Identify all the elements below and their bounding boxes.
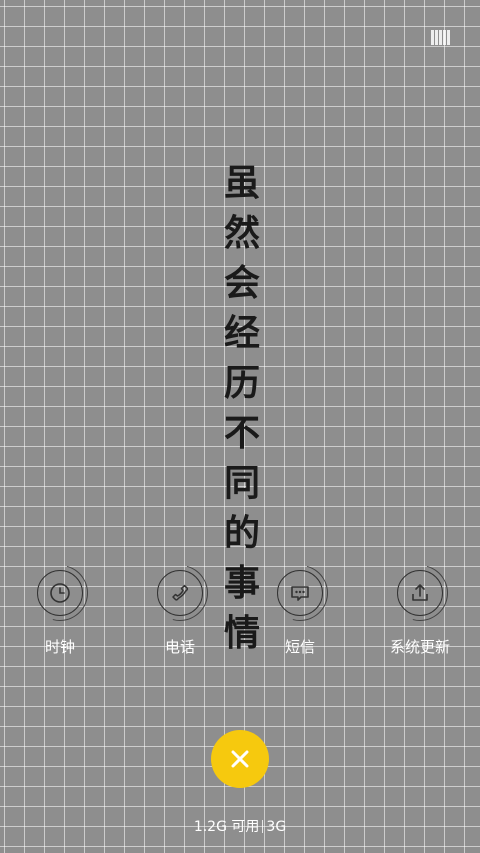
barcode-icon <box>431 30 450 45</box>
wallpaper-char: 同 <box>223 462 260 504</box>
memory-status: 1.2G 可用 3G <box>0 816 480 836</box>
wallpaper-char: 情 <box>223 612 260 654</box>
memory-available: 1.2G 可用 <box>193 819 260 835</box>
wallpaper-char: 然 <box>223 212 260 254</box>
close-icon <box>231 750 249 768</box>
phone-icon <box>157 570 203 616</box>
recent-app-phone[interactable]: 电话 <box>140 570 220 657</box>
wallpaper-char: 经 <box>223 312 260 354</box>
recent-app-clock[interactable]: 时钟 <box>20 570 100 657</box>
wallpaper-char: 事 <box>223 562 260 604</box>
app-label-clock: 时钟 <box>44 638 75 656</box>
clear-all-button[interactable] <box>211 730 269 788</box>
app-label-phone: 电话 <box>164 638 195 656</box>
memory-total: 3G <box>266 819 287 835</box>
recent-app-system-update[interactable]: 系统更新 <box>380 570 460 657</box>
upload-icon <box>397 570 443 616</box>
wallpaper-char: 的 <box>223 512 260 554</box>
wallpaper-vertical-text: 虽 然 会 经 历 不 同 的 事 情 <box>220 158 264 668</box>
wallpaper-char: 不 <box>223 412 260 454</box>
message-icon <box>277 570 323 616</box>
wallpaper-char: 会 <box>223 262 260 304</box>
app-label-system-update: 系统更新 <box>389 638 450 656</box>
recent-app-messages[interactable]: 短信 <box>260 570 340 657</box>
wallpaper-char: 虽 <box>223 162 260 204</box>
clock-icon <box>37 570 83 616</box>
wallpaper-char: 历 <box>223 362 260 404</box>
memory-divider <box>262 820 264 833</box>
app-label-messages: 短信 <box>284 638 315 656</box>
